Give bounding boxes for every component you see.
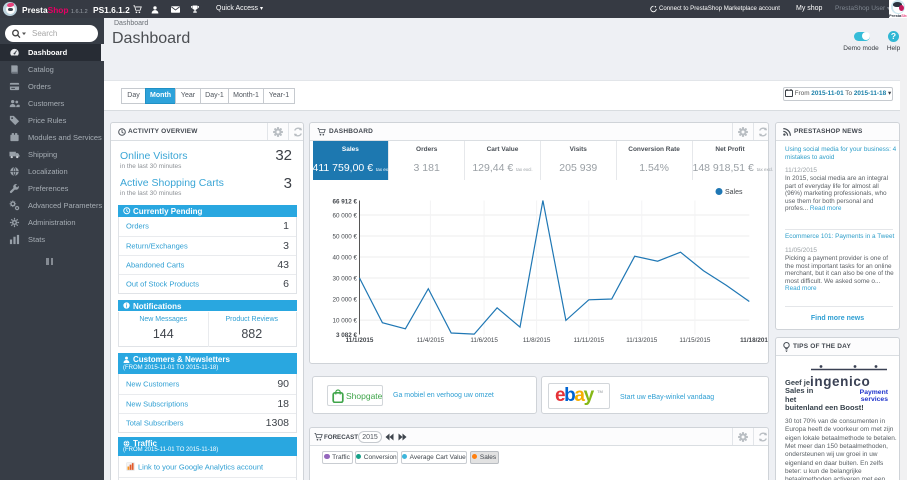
svg-text:66 912 €: 66 912 € (332, 199, 357, 206)
svg-text:50 000 €: 50 000 € (332, 234, 357, 241)
svg-text:60 000 €: 60 000 € (332, 213, 357, 220)
svg-text:20 000 €: 20 000 € (332, 297, 357, 304)
svg-text:11/6/2015: 11/6/2015 (470, 337, 498, 344)
svg-text:40 000 €: 40 000 € (332, 255, 357, 262)
svg-text:11/13/2015: 11/13/2015 (626, 337, 658, 344)
svg-text:11/1/2015: 11/1/2015 (346, 337, 374, 344)
svg-text:11/15/2015: 11/15/2015 (679, 337, 711, 344)
svg-text:30 000 €: 30 000 € (332, 276, 357, 283)
svg-text:Sales: Sales (725, 189, 743, 196)
svg-text:11/18/201: 11/18/201 (740, 337, 768, 344)
svg-text:11/8/2015: 11/8/2015 (523, 337, 551, 344)
svg-text:11/4/2015: 11/4/2015 (417, 337, 445, 344)
svg-text:11/11/2015: 11/11/2015 (574, 337, 605, 344)
svg-text:10 000 €: 10 000 € (332, 318, 357, 325)
